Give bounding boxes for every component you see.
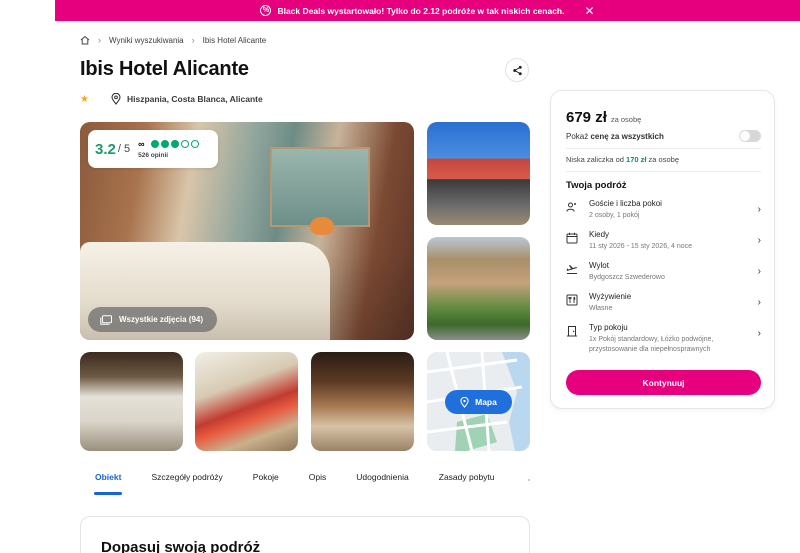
share-icon (512, 65, 522, 75)
departure-value: Bydgoszcz Szwederowo (589, 274, 665, 281)
price: 679 zł (566, 109, 607, 126)
rating-dot (160, 140, 169, 148)
tab-amenities[interactable]: Udogodnienia (356, 472, 408, 482)
breadcrumb-current: Ibis Hotel Alicante (202, 35, 267, 45)
tabs-more-indicator[interactable] (528, 479, 530, 481)
all-photos-label: Wszystkie zdjęcia (94) (119, 315, 204, 324)
tab-description[interactable]: Opis (309, 472, 326, 482)
divider (566, 148, 761, 149)
location-pin-icon (111, 93, 121, 105)
dates-row[interactable]: Kiedy 11 sty 2026 - 15 sty 2026, 4 noce … (566, 230, 761, 252)
door-icon (567, 326, 577, 337)
toggle-label: Pokaż cenę za wszystkich (566, 131, 664, 141)
tab-rooms[interactable]: Pokoje (253, 472, 279, 482)
hotel-location[interactable]: Hiszpania, Costa Blanca, Alicante (127, 94, 263, 104)
section-heading: Dopasuj swoją podróż (101, 539, 261, 553)
total-price-toggle-row: Pokaż cenę za wszystkich (566, 130, 761, 142)
departure-label: Wylot (589, 261, 609, 270)
map-label: Mapa (475, 397, 497, 407)
dates-label: Kiedy (589, 230, 610, 239)
promo-banner: % Black Deals wystartowało! Tylko do 2.1… (55, 0, 800, 21)
meal-icon (566, 294, 578, 306)
share-button[interactable] (505, 58, 529, 82)
price-note: za osobę (610, 115, 642, 124)
chevron-right-icon: › (98, 35, 101, 45)
price-row: 679 zł za osobę (566, 109, 641, 126)
room-type-value: 1x Pokój standardowy, Łóżko podwójne, pr… (589, 336, 714, 353)
room-type-row[interactable]: Typ pokoju 1x Pokój standardowy, Łóżko p… (566, 323, 761, 355)
chevron-right-icon: › (757, 297, 761, 308)
breadcrumb: › Wyniki wyszukiwania › Ibis Hotel Alica… (80, 34, 266, 46)
customize-trip-card: Dopasuj swoją podróż (80, 516, 530, 553)
rating-scale: / 5 (117, 143, 131, 155)
close-icon[interactable]: ✕ (585, 5, 595, 17)
photo-thumbnail[interactable] (427, 237, 530, 340)
tab-obiekt[interactable]: Obiekt (93, 472, 123, 495)
photo-window-detail (270, 147, 370, 227)
booking-panel: 679 zł za osobę Pokaż cenę za wszystkich… (550, 90, 775, 409)
chevron-right-icon: › (191, 35, 195, 45)
chevron-right-icon: › (757, 328, 761, 339)
continue-button[interactable]: Kontynuuj (566, 370, 761, 395)
dates-value: 11 sty 2026 - 15 sty 2026, 4 noce (589, 243, 692, 250)
board-label: Wyżywienie (589, 292, 632, 301)
divider (566, 171, 761, 172)
rating-dot (190, 140, 199, 148)
rating-dot (180, 140, 189, 148)
gallery-icon (100, 314, 112, 325)
promo-banner-text: Black Deals wystartowało! Tylko do 2.12 … (277, 5, 565, 16)
guests-row[interactable]: Goście i liczba pokoi 2 osoby, 1 pokój › (566, 199, 761, 221)
photo-thumbnail[interactable] (80, 352, 183, 451)
room-type-label: Typ pokoju (589, 323, 628, 332)
hotel-meta: ★ Hiszpania, Costa Blanca, Alicante (80, 93, 263, 105)
percent-tag-icon: % (260, 5, 272, 16)
guests-value: 2 osoby, 1 pokój (589, 212, 640, 219)
deposit-info: Niska zaliczka od 170 zł za osobę (566, 155, 679, 164)
photo-thumbnail[interactable] (427, 122, 530, 225)
tripadvisor-rating: ∞ (138, 139, 199, 149)
departure-row[interactable]: Wylot Bydgoszcz Szwederowo › (566, 261, 761, 283)
rating-score: 3.2 (95, 140, 116, 158)
home-icon[interactable] (80, 35, 90, 45)
trip-heading: Twoja podróż (566, 180, 627, 191)
review-count: 526 opinii (138, 152, 169, 159)
photo-thumbnail[interactable] (195, 352, 298, 451)
rating-card[interactable]: 3.2 / 5 ∞ 526 opinii (88, 130, 218, 168)
board-value: Własne (589, 305, 613, 312)
breadcrumb-search-results[interactable]: Wyniki wyszukiwania (109, 36, 184, 45)
chevron-right-icon: › (757, 204, 761, 215)
rating-dot (170, 140, 179, 148)
all-photos-button[interactable]: Wszystkie zdjęcia (94) (88, 307, 218, 332)
photo-lamp-detail (310, 217, 334, 235)
photo-thumbnail[interactable] (311, 352, 414, 451)
map-button[interactable]: Mapa (445, 390, 512, 414)
plane-icon (566, 265, 577, 274)
guests-label: Goście i liczba pokoi (589, 199, 662, 208)
location-pin-icon (460, 396, 469, 408)
tripadvisor-icon: ∞ (138, 139, 145, 149)
calendar-icon (566, 232, 578, 244)
total-price-toggle[interactable] (739, 130, 761, 142)
page-title: Ibis Hotel Alicante (80, 58, 249, 80)
guests-icon (566, 202, 576, 212)
section-tabs: Obiekt Szczegóły podróży Pokoje Opis Udo… (80, 472, 530, 495)
chevron-right-icon: › (757, 266, 761, 277)
tab-rules[interactable]: Zasady pobytu (439, 472, 495, 482)
star-icon: ★ (80, 93, 89, 105)
tab-trip-details[interactable]: Szczegóły podróży (151, 472, 222, 482)
board-row[interactable]: Wyżywienie Własne › (566, 292, 761, 314)
chevron-right-icon: › (757, 235, 761, 246)
rating-dot (150, 140, 159, 148)
